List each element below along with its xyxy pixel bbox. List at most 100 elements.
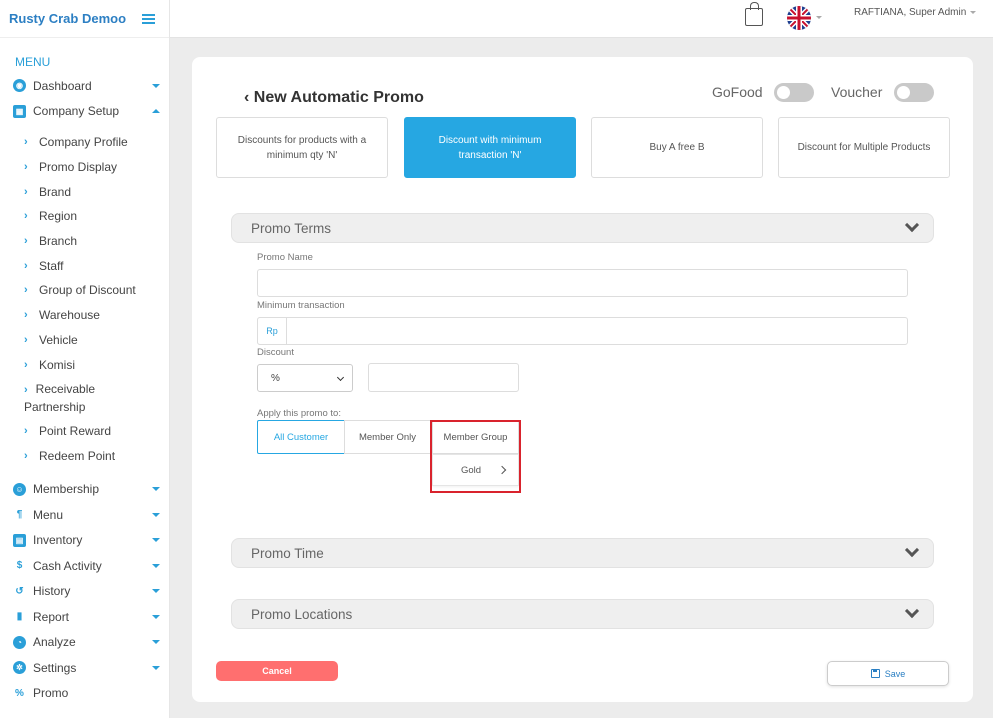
sidebar-item-promo[interactable]: % Promo xyxy=(0,680,170,706)
user-name: RAFTIANA, Super Admin xyxy=(854,7,967,18)
chevron-right-icon: › xyxy=(24,235,28,248)
sidebar-item-label: Settings xyxy=(33,660,77,675)
chevron-down-icon xyxy=(904,542,920,558)
sidebar-item-history[interactable]: ↺ History xyxy=(0,578,170,604)
discount-value-input[interactable] xyxy=(368,363,519,392)
promo-type-min-transaction[interactable]: Discount with minimum transaction 'N' xyxy=(404,117,576,178)
apply-all-customer[interactable]: All Customer xyxy=(257,420,345,454)
brand-name[interactable]: Rusty Crab Demoo xyxy=(9,11,126,26)
history-icon: ↺ xyxy=(15,585,24,597)
sidebar-subitem-label: Warehouse xyxy=(39,308,100,323)
highlight-box xyxy=(430,420,521,493)
voucher-toggle[interactable] xyxy=(894,83,934,102)
sidebar-subitem-redeem-point[interactable]: › Redeem Point xyxy=(0,444,170,469)
menu-title: MENU xyxy=(15,55,51,69)
promo-terms-title: Promo Terms xyxy=(251,220,332,236)
chevron-right-icon: › xyxy=(24,425,28,438)
promo-type-multiple-products[interactable]: Discount for Multiple Products xyxy=(778,117,950,178)
discount-type-select[interactable]: % xyxy=(257,364,353,392)
sidebar-item-label: Cash Activity xyxy=(33,558,102,573)
sidebar-item-settings[interactable]: ✲ Settings xyxy=(0,655,170,681)
currency-prefix: Rp xyxy=(257,317,287,345)
chevron-right-icon: › xyxy=(24,161,28,174)
sidebar-item-cash-activity[interactable]: $ Cash Activity xyxy=(0,553,170,579)
promo-form-card: ‹ New Automatic Promo GoFood Voucher Dis… xyxy=(192,57,973,702)
pie-chart-icon: ◔ xyxy=(13,635,26,649)
language-dropdown-icon[interactable] xyxy=(816,16,822,19)
chevron-down-icon xyxy=(152,563,160,568)
sidebar-subitem-warehouse[interactable]: › Warehouse xyxy=(0,303,170,328)
shopping-bag-icon[interactable] xyxy=(745,2,763,26)
chevron-down-icon xyxy=(904,603,920,619)
sidebar-subitem-vehicle[interactable]: › Vehicle xyxy=(0,328,170,353)
chevron-right-icon: › xyxy=(24,309,28,322)
sidebar-item-label: Menu xyxy=(33,507,64,522)
sidebar-subitem-company-profile[interactable]: › Company Profile xyxy=(0,130,170,155)
cancel-button[interactable]: Cancel xyxy=(216,661,338,681)
sidebar-subitem-label: Redeem Point xyxy=(39,448,116,463)
sidebar-item-report[interactable]: ▮ Report xyxy=(0,604,170,630)
sidebar-subitem-group-of-discount[interactable]: › Group of Discount xyxy=(0,278,170,303)
promo-terms-header[interactable]: Promo Terms xyxy=(231,213,934,243)
user-menu[interactable]: RAFTIANA, Super Admin xyxy=(854,7,977,18)
sidebar-item-company-setup[interactable]: ▦ Company Setup xyxy=(0,99,170,125)
sidebar-subitem-label: Brand xyxy=(39,184,72,199)
min-transaction-input[interactable] xyxy=(257,317,908,345)
sidebar-item-analyze[interactable]: ◔ Analyze xyxy=(0,629,170,655)
uk-flag-icon[interactable] xyxy=(787,6,811,30)
sidebar-subitem-label-2: Partnership xyxy=(24,399,86,414)
floppy-disk-icon xyxy=(870,669,880,678)
sidebar-subitem-branch[interactable]: › Branch xyxy=(0,229,170,254)
gofood-label: GoFood xyxy=(712,84,763,100)
sidebar-item-inventory[interactable]: ▤ Inventory xyxy=(0,527,170,553)
hamburger-menu-icon[interactable] xyxy=(142,13,155,24)
cutlery-icon: ¶ xyxy=(16,509,23,520)
sidebar-item-label: History xyxy=(33,584,71,598)
gofood-toggle[interactable] xyxy=(774,83,814,102)
sidebar-item-label: Membership xyxy=(33,482,100,496)
chevron-right-icon: › xyxy=(24,185,28,198)
sidebar-item-label: Promo xyxy=(33,686,69,700)
save-label: Save xyxy=(884,668,906,679)
promo-locations-title: Promo Locations xyxy=(251,606,353,622)
sidebar-subitem-komisi[interactable]: › Komisi xyxy=(0,352,170,377)
sidebar-subitem-label: Region xyxy=(39,209,78,224)
sidebar-subitem-region[interactable]: › Region xyxy=(0,204,170,229)
top-bar: RAFTIANA, Super Admin xyxy=(170,0,993,38)
promo-name-input[interactable] xyxy=(257,269,908,297)
chevron-right-icon: › xyxy=(24,449,28,462)
sidebar-subitem-point-reward[interactable]: › Point Reward xyxy=(0,419,170,444)
dollar-icon: $ xyxy=(16,560,23,571)
sidebar-subitem-label: Group of Discount xyxy=(39,283,136,298)
users-icon: ☺ xyxy=(13,482,26,496)
promo-locations-header[interactable]: Promo Locations xyxy=(231,599,934,629)
gear-icon: ✲ xyxy=(13,661,26,674)
promo-type-buy-a-free-b[interactable]: Buy A free B xyxy=(591,117,763,178)
chevron-down-icon xyxy=(152,84,160,88)
sidebar-subitem-receivable-partnership[interactable]: › Receivable Partnership xyxy=(0,377,170,419)
sidebar-subitem-staff[interactable]: › Staff xyxy=(0,253,170,278)
chevron-up-icon xyxy=(152,108,160,113)
sidebar-item-dashboard[interactable]: ◉ Dashboard xyxy=(0,73,170,99)
promo-type-min-qty[interactable]: Discounts for products with a minimum qt… xyxy=(216,117,388,178)
sidebar-subitem-promo-display[interactable]: › Promo Display xyxy=(0,155,170,180)
chevron-down-icon xyxy=(152,589,160,594)
sidebar-subitem-label: Branch xyxy=(39,234,78,249)
chevron-down-icon xyxy=(152,614,160,619)
sidebar-item-label: Analyze xyxy=(33,635,76,649)
chevron-down-icon xyxy=(152,512,160,517)
building-icon: ▦ xyxy=(13,104,26,118)
back-button[interactable]: ‹ New Automatic Promo xyxy=(244,89,424,107)
sidebar-item-menu[interactable]: ¶ Menu xyxy=(0,502,170,528)
save-button[interactable]: Save xyxy=(827,661,949,686)
chevron-right-icon: › xyxy=(24,284,28,297)
apply-member-only[interactable]: Member Only xyxy=(344,420,431,454)
discount-type-value: % xyxy=(271,372,280,384)
promo-time-header[interactable]: Promo Time xyxy=(231,538,934,568)
sidebar-item-membership[interactable]: ☺ Membership xyxy=(0,476,170,502)
sidebar-subitem-brand[interactable]: › Brand xyxy=(0,179,170,204)
apply-promo-label: Apply this promo to: xyxy=(257,408,341,419)
dashboard-icon: ◉ xyxy=(13,79,26,93)
sidebar-item-label: Dashboard xyxy=(33,78,92,93)
chevron-down-icon xyxy=(152,665,160,670)
